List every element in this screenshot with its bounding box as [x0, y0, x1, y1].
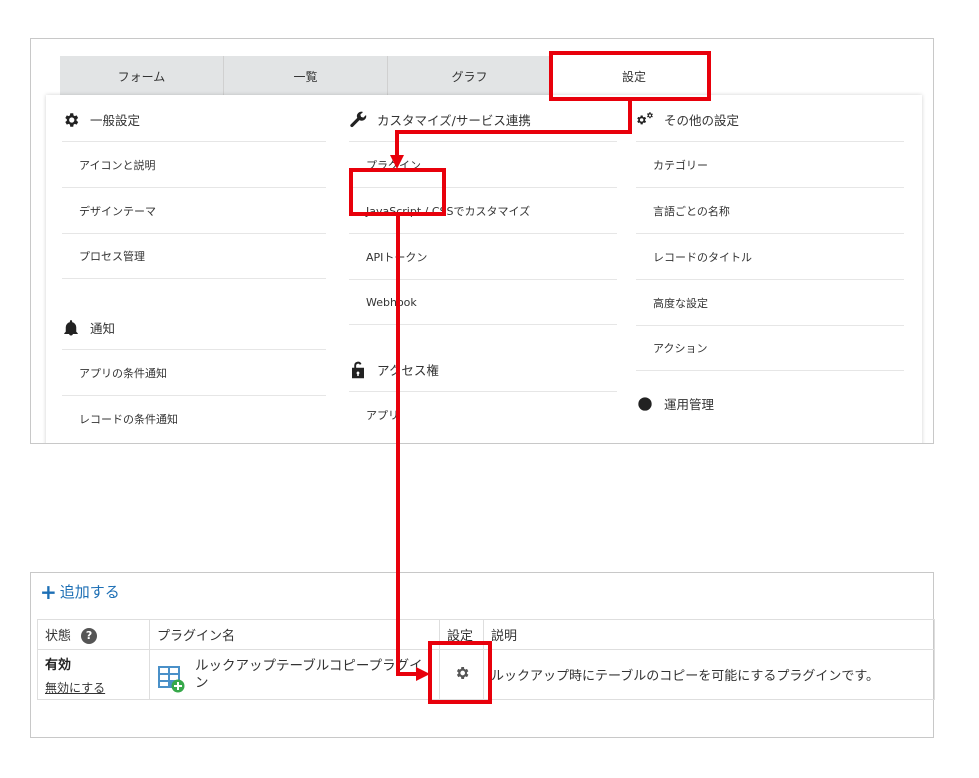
- tab-label: 一覧: [293, 69, 318, 84]
- section-title: アクセス権: [377, 363, 439, 378]
- menu-item-label: Webhook: [366, 295, 417, 309]
- table-header-row: 状態? プラグイン名 設定 説明: [37, 619, 935, 650]
- section-notification: 通知: [62, 279, 326, 349]
- section-title: 通知: [90, 321, 116, 336]
- menu-column-customize: カスタマイズ/サービス連携 プラグイン JavaScript / CSSでカスタ…: [349, 95, 617, 437]
- section-title: 一般設定: [90, 113, 141, 128]
- menu-item-plugin[interactable]: プラグイン: [349, 141, 617, 187]
- menu-item-advanced-settings[interactable]: 高度な設定: [636, 279, 904, 325]
- plugin-table-icon: [157, 665, 185, 693]
- help-icon[interactable]: ?: [81, 628, 98, 645]
- header-label: 説明: [491, 629, 518, 644]
- tab-settings[interactable]: 設定: [552, 56, 716, 96]
- menu-column-general: 一般設定 アイコンと説明 デザインテーマ プロセス管理 通知 アプリの条件通知 …: [62, 95, 326, 441]
- settings-tabbar: フォーム 一覧 グラフ 設定: [60, 56, 720, 96]
- menu-item-webhook[interactable]: Webhook: [349, 279, 617, 325]
- plus-icon: +: [40, 579, 57, 604]
- menu-item-label: アプリの条件通知: [79, 366, 167, 380]
- description-cell: ルックアップ時にテーブルのコピーを可能にするプラグインです。: [483, 649, 935, 700]
- section-access-rights: アクセス権: [349, 325, 617, 391]
- unlock-icon: [349, 361, 367, 379]
- menu-item-app-condition-notification[interactable]: アプリの条件通知: [62, 349, 326, 395]
- app-settings-panel: フォーム 一覧 グラフ 設定 一般設定 アイコンと説明 デザインテーマ プロセス…: [30, 38, 934, 444]
- section-title: カスタマイズ/サービス連携: [377, 113, 531, 128]
- menu-item-label: 高度な設定: [653, 296, 708, 310]
- menu-item-label: アクション: [653, 342, 708, 355]
- menu-item-label: アプリ: [366, 408, 399, 422]
- menu-item-label: デザインテーマ: [79, 204, 156, 218]
- menu-item-record-condition-notification[interactable]: レコードの条件通知: [62, 395, 326, 441]
- section-operations: 運用管理: [636, 371, 904, 425]
- menu-item-label: 言語ごとの名称: [653, 204, 730, 218]
- plugin-name-cell: ルックアップテーブルコピープラグイン: [149, 649, 440, 700]
- tab-form[interactable]: フォーム: [60, 56, 224, 96]
- status-enabled-text: 有効: [45, 657, 72, 673]
- menu-item-label: アイコンと説明: [79, 158, 156, 172]
- header-status: 状態?: [37, 619, 150, 650]
- menu-item-label: レコードの条件通知: [79, 412, 178, 426]
- add-plugin-label: 追加する: [59, 583, 120, 601]
- menu-item-label: APIトークン: [366, 250, 428, 264]
- menu-item-label: プラグイン: [366, 158, 421, 172]
- bell-icon: [62, 319, 80, 337]
- menu-item-category[interactable]: カテゴリー: [636, 141, 904, 187]
- plugin-table: 状態? プラグイン名 設定 説明 有効 無効にする ルックアップテーブルコピープ…: [37, 619, 935, 700]
- menu-column-other: その他の設定 カテゴリー 言語ごとの名称 レコードのタイトル 高度な設定 アクシ…: [636, 95, 904, 425]
- plugin-description: ルックアップ時にテーブルのコピーを可能にするプラグインです。: [491, 669, 880, 684]
- menu-item-js-css-customize[interactable]: JavaScript / CSSでカスタマイズ: [349, 187, 617, 233]
- menu-item-language-names[interactable]: 言語ごとの名称: [636, 187, 904, 233]
- gears-icon: [636, 111, 654, 129]
- section-title: その他の設定: [664, 113, 740, 128]
- header-label: 状態: [45, 628, 72, 644]
- tab-graph[interactable]: グラフ: [388, 56, 552, 96]
- plugin-name: ルックアップテーブルコピープラグイン: [195, 657, 423, 691]
- section-other-settings: その他の設定: [636, 95, 904, 141]
- menu-item-label: プロセス管理: [79, 250, 145, 263]
- menu-item-label: JavaScript / CSSでカスタマイズ: [366, 204, 531, 218]
- add-plugin-link[interactable]: + 追加する: [40, 581, 120, 602]
- menu-item-design-theme[interactable]: デザインテーマ: [62, 187, 326, 233]
- header-description: 説明: [483, 619, 935, 650]
- wrench-icon: [349, 111, 367, 129]
- tab-label: フォーム: [117, 69, 166, 84]
- menu-item-action[interactable]: アクション: [636, 325, 904, 371]
- settings-gear-icon[interactable]: [454, 666, 470, 685]
- menu-item-app-access[interactable]: アプリ: [349, 391, 617, 437]
- menu-item-api-token[interactable]: APIトークン: [349, 233, 617, 279]
- menu-item-label: カテゴリー: [653, 158, 708, 172]
- section-general-settings: 一般設定: [62, 95, 326, 141]
- header-label: プラグイン名: [157, 629, 236, 644]
- plugin-list-panel: + 追加する 状態? プラグイン名 設定 説明 有効 無効にする ルックアップテ…: [30, 572, 935, 738]
- menu-item-label: レコードのタイトル: [653, 250, 752, 264]
- disable-plugin-link[interactable]: 無効にする: [45, 679, 142, 696]
- tab-label: グラフ: [451, 69, 488, 84]
- section-customize: カスタマイズ/サービス連携: [349, 95, 617, 141]
- header-settings: 設定: [439, 619, 484, 650]
- settings-menu: 一般設定 アイコンと説明 デザインテーマ プロセス管理 通知 アプリの条件通知 …: [46, 95, 922, 443]
- settings-cell: [439, 649, 484, 700]
- gear-icon: [62, 111, 80, 129]
- tab-label: 設定: [621, 69, 646, 84]
- section-title: 運用管理: [664, 397, 715, 412]
- ops-icon: [636, 395, 654, 413]
- tab-list[interactable]: 一覧: [224, 56, 388, 96]
- menu-item-icon-description[interactable]: アイコンと説明: [62, 141, 326, 187]
- status-cell: 有効 無効にする: [37, 649, 150, 700]
- menu-item-record-title[interactable]: レコードのタイトル: [636, 233, 904, 279]
- header-label: 設定: [447, 629, 474, 644]
- header-plugin-name: プラグイン名: [149, 619, 440, 650]
- table-row: 有効 無効にする ルックアップテーブルコピープラグイン ルックアップ時にテーブル…: [37, 649, 935, 700]
- menu-item-process-management[interactable]: プロセス管理: [62, 233, 326, 279]
